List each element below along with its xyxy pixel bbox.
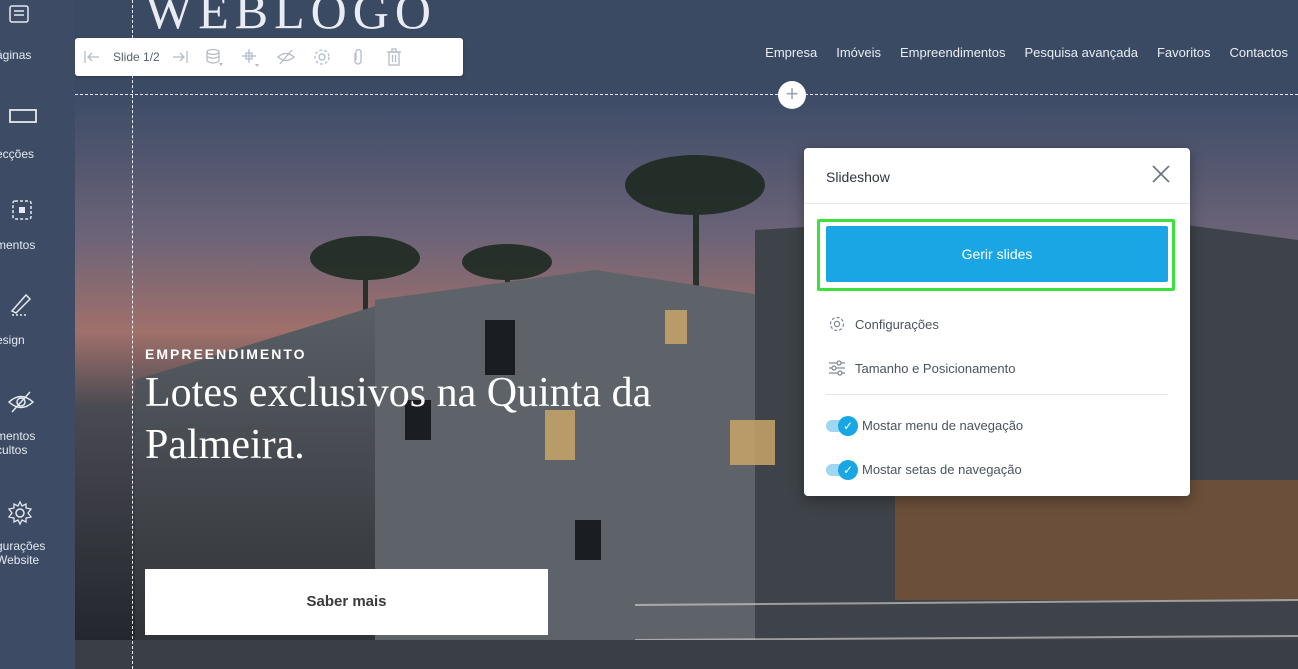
design-pencil-icon <box>10 293 32 316</box>
sidebar-item-hidden-elements[interactable]: mentos cultos <box>0 385 75 465</box>
sidebar-item-label: áginas <box>0 48 32 62</box>
paperclip-icon <box>354 48 362 65</box>
gear-icon <box>314 49 330 65</box>
saber-mais-button[interactable]: Saber mais <box>145 569 548 635</box>
sidebar-item-pages[interactable]: áginas <box>0 0 75 80</box>
toggle-navigation-arrows[interactable]: ✓ Mostar setas de navegação <box>826 459 1022 480</box>
delete-button[interactable] <box>376 38 412 76</box>
sidebar-item-label: gurações Website <box>0 539 46 567</box>
database-layers-icon <box>206 48 223 66</box>
option-tamanho-posicionamento[interactable]: Tamanho e Posicionamento <box>828 359 1015 377</box>
sidebar-item-website-settings[interactable]: gurações Website <box>0 495 75 575</box>
move-button[interactable] <box>232 38 268 76</box>
nav-item-empresa[interactable]: Empresa <box>765 45 817 60</box>
gear-icon <box>829 316 845 332</box>
trash-icon <box>386 48 401 66</box>
nav-item-contactos[interactable]: Contactos <box>1229 45 1288 60</box>
sections-icon <box>9 109 37 123</box>
layers-button[interactable] <box>196 38 232 76</box>
panel-title: Slideshow <box>826 169 890 185</box>
sidebar-item-label: mentos <box>0 238 36 252</box>
nav-item-favoritos[interactable]: Favoritos <box>1157 45 1210 60</box>
move-arrows-icon <box>241 49 259 67</box>
editor-sidebar: áginas ecções mentos esign mentos cultos <box>0 0 75 669</box>
settings-gear-icon <box>7 500 33 526</box>
slideshow-panel: Slideshow Gerir slides Configurações Tam… <box>804 148 1190 496</box>
hidden-eye-icon <box>7 391 35 413</box>
nav-item-pesquisa-avancada[interactable]: Pesquisa avançada <box>1025 45 1138 60</box>
pages-icon <box>9 5 29 23</box>
slide-toolbar: Slide 1/2 <box>75 38 463 76</box>
slide-kicker: EMPREENDIMENTO <box>145 346 307 362</box>
elements-icon <box>12 200 32 220</box>
sidebar-item-sections[interactable]: ecções <box>0 95 75 175</box>
panel-divider <box>826 394 1168 395</box>
section-guide-horizontal <box>75 94 1298 95</box>
site-logo[interactable]: WEBLOGO <box>145 0 437 40</box>
check-icon: ✓ <box>838 415 858 436</box>
toggle-label: Mostar setas de navegação <box>862 462 1022 477</box>
sidebar-item-label: ecções <box>0 147 35 161</box>
sidebar-item-design[interactable]: esign <box>0 285 75 365</box>
check-icon: ✓ <box>838 459 858 480</box>
sidebar-item-label: esign <box>0 333 25 347</box>
attach-button[interactable] <box>340 38 376 76</box>
add-section-button[interactable]: + <box>778 81 806 109</box>
option-configuracoes[interactable]: Configurações <box>828 315 939 333</box>
sidebar-item-elements[interactable]: mentos <box>0 190 75 270</box>
toggle-switch[interactable]: ✓ <box>826 459 858 480</box>
previous-slide-button[interactable] <box>75 38 109 76</box>
section-guide-vertical <box>132 0 133 669</box>
slide-headline: Lotes exclusivos na Quinta da Palmeira. <box>145 370 652 468</box>
slide-counter: Slide 1/2 <box>113 50 160 64</box>
arrow-left-icon <box>84 51 99 63</box>
manage-slides-button[interactable]: Gerir slides <box>826 226 1168 282</box>
site-navigation: Empresa Imóveis Empreendimentos Pesquisa… <box>765 45 1288 60</box>
toggle-label: Mostar menu de navegação <box>862 418 1024 433</box>
eye-hidden-icon <box>276 49 295 65</box>
nav-item-empreendimentos[interactable]: Empreendimentos <box>900 45 1006 60</box>
panel-header: Slideshow <box>804 148 1190 204</box>
sliders-icon <box>829 360 845 376</box>
nav-item-imoveis[interactable]: Imóveis <box>836 45 881 60</box>
arrow-right-icon <box>172 51 188 63</box>
close-icon[interactable] <box>1150 163 1172 185</box>
toggle-switch[interactable]: ✓ <box>826 415 858 436</box>
hide-element-button[interactable] <box>268 38 304 76</box>
option-label: Tamanho e Posicionamento <box>855 360 1016 376</box>
option-label: Configurações <box>855 316 939 332</box>
sidebar-item-label: mentos cultos <box>0 429 36 457</box>
settings-button[interactable] <box>304 38 340 76</box>
next-slide-button[interactable] <box>164 38 196 76</box>
toggle-navigation-menu[interactable]: ✓ Mostar menu de navegação <box>826 415 1024 436</box>
